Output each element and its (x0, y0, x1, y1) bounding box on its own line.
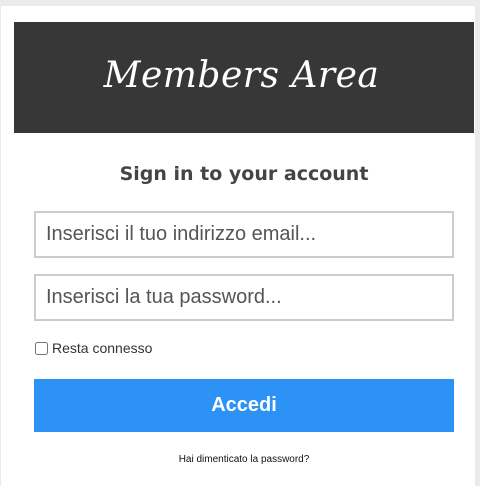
header-banner: Members Area (14, 22, 474, 133)
forgot-password-link[interactable]: Hai dimenticato la password? (1, 454, 480, 465)
header-title: Members Area (103, 55, 380, 96)
login-card: Members Area Sign in to your account Res… (0, 0, 480, 486)
page-title: Sign in to your account (119, 163, 369, 185)
remember-me[interactable]: Resta connesso (34, 340, 152, 356)
password-field[interactable] (34, 274, 454, 321)
login-button[interactable]: Accedi (34, 379, 454, 432)
remember-me-checkbox[interactable] (35, 341, 48, 355)
email-field[interactable] (34, 211, 454, 258)
remember-me-label: Resta connesso (52, 340, 153, 356)
